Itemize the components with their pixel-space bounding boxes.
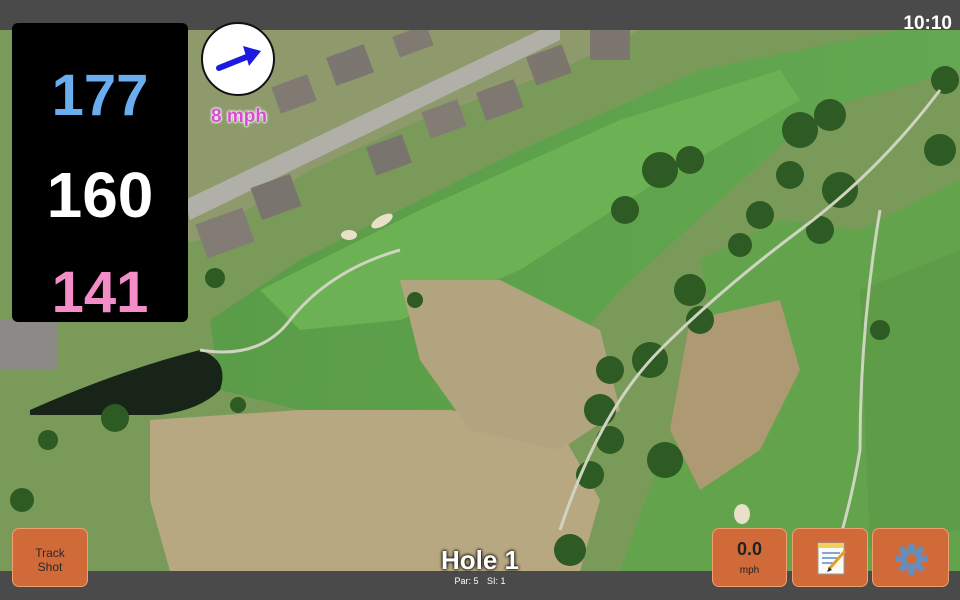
track-shot-label: Track Shot bbox=[35, 546, 65, 574]
distance-panel: 177 160 141 bbox=[12, 23, 188, 322]
track-shot-button[interactable]: Track Shot bbox=[12, 528, 88, 587]
hole-par: Par: 5 bbox=[454, 576, 479, 586]
wind-speed-label: 8 mph bbox=[211, 106, 267, 127]
wind-readout-button[interactable]: 0.0 mph bbox=[712, 528, 787, 587]
settings-button[interactable] bbox=[872, 528, 949, 587]
distance-middle: 160 bbox=[46, 159, 154, 231]
wind-readout-value: 0.0 bbox=[736, 539, 763, 559]
notes-button[interactable] bbox=[792, 528, 868, 587]
hole-meta: Par: 5 SI: 1 bbox=[420, 577, 540, 586]
notepad-icon bbox=[817, 542, 847, 575]
distance-back: 177 bbox=[51, 63, 149, 128]
wind-readout-unit: mph bbox=[739, 565, 760, 576]
gear-icon bbox=[895, 543, 928, 575]
hole-stroke-index: SI: 1 bbox=[487, 576, 506, 586]
wind-direction-indicator bbox=[201, 22, 275, 96]
arrow-right-icon bbox=[216, 46, 261, 71]
distance-front: 141 bbox=[51, 260, 149, 325]
hole-title: Hole 1 bbox=[440, 545, 520, 575]
